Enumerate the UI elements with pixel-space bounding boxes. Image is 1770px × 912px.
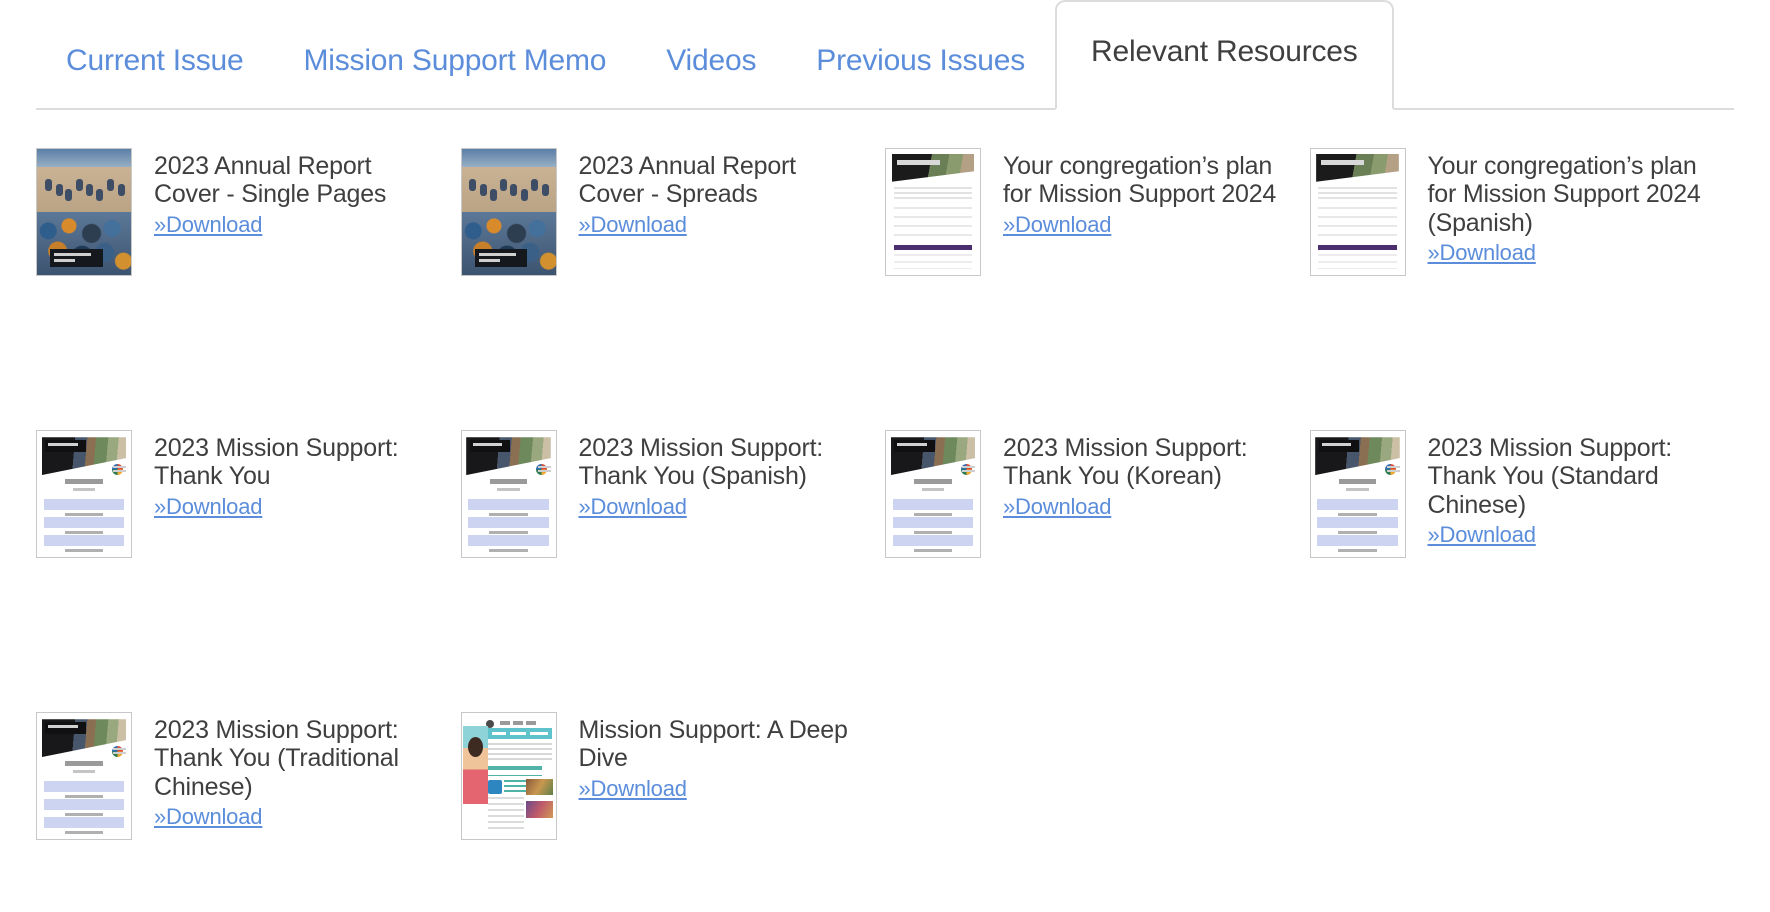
thank-you-letter-thumbnail — [36, 712, 132, 840]
tab-mission-support-memo[interactable]: Mission Support Memo — [273, 46, 636, 110]
resource-title: 2023 Mission Support: Thank You — [154, 434, 399, 491]
annual-report-cover-beach-thumbnail — [460, 148, 557, 276]
thank-you-letter-thumbnail — [1309, 430, 1406, 558]
mission-support-plan-form-thumbnail — [1309, 148, 1406, 276]
download-link[interactable]: »Download — [154, 803, 262, 832]
download-link[interactable]: »Download — [154, 211, 262, 240]
download-link[interactable]: »Download — [579, 775, 687, 804]
resource-title: 2023 Annual Report Cover - Single Pages — [154, 152, 387, 209]
thank-you-letter-thumbnail — [885, 430, 981, 558]
resource-thumbnail-link[interactable] — [885, 430, 981, 558]
resource-item: 2023 Annual Report Cover - Single Pages»… — [36, 148, 461, 430]
resource-item: 2023 Mission Support: Thank You »Download — [36, 430, 461, 712]
download-link[interactable]: »Download — [579, 211, 687, 240]
resource-thumbnail-link[interactable] — [36, 430, 132, 558]
resource-title: 2023 Mission Support: Thank You (Traditi… — [154, 716, 399, 801]
resource-item: 2023 Mission Support: Thank You (Standar… — [1309, 430, 1735, 712]
resource-meta: 2023 Annual Report Cover - Spreads »Downl… — [579, 148, 866, 239]
resource-thumbnail-link[interactable] — [460, 148, 557, 276]
resource-title: Your congregation’s plan for Mission Sup… — [1003, 152, 1277, 209]
tab-bar-divider — [36, 108, 1734, 110]
resource-meta: 2023 Mission Support: Thank You (Korean)… — [1003, 430, 1290, 521]
resource-thumbnail-link[interactable] — [36, 148, 132, 276]
resource-thumbnail-link[interactable] — [1309, 148, 1406, 276]
download-link[interactable]: »Download — [1003, 493, 1111, 522]
resource-thumbnail-link[interactable] — [885, 148, 981, 276]
resource-meta: Your congregation’s plan for Mission Sup… — [1428, 148, 1715, 267]
resource-meta: Mission Support: A Deep Dive »Download — [579, 712, 866, 803]
thank-you-letter-thumbnail — [36, 430, 132, 558]
resource-meta: 2023 Mission Support: Thank You (Spanish… — [579, 430, 866, 521]
download-link[interactable]: »Download — [1428, 239, 1536, 268]
resource-meta: Your congregation’s plan for Mission Sup… — [1003, 148, 1290, 239]
download-link[interactable]: »Download — [154, 493, 262, 522]
resource-meta: 2023 Annual Report Cover - Single Pages»… — [154, 148, 441, 239]
tab-current-issue[interactable]: Current Issue — [36, 46, 273, 110]
resource-thumbnail-link[interactable] — [1309, 430, 1406, 558]
resource-grid: 2023 Annual Report Cover - Single Pages»… — [0, 110, 1770, 912]
resource-meta: 2023 Mission Support: Thank You »Download — [154, 430, 441, 521]
annual-report-cover-beach-thumbnail — [36, 148, 132, 276]
resource-item: 2023 Mission Support: Thank You (Traditi… — [36, 712, 461, 912]
resource-title: Mission Support: A Deep Dive — [578, 716, 848, 773]
download-link[interactable]: »Download — [1003, 211, 1111, 240]
resource-thumbnail-link[interactable] — [460, 430, 557, 558]
resource-item: 2023 Mission Support: Thank You (Korean)… — [885, 430, 1310, 712]
tab-previous-issues[interactable]: Previous Issues — [786, 46, 1055, 110]
tab-bar: Current Issue Mission Support Memo Videos P… — [36, 0, 1734, 110]
deep-dive-newsletter-thumbnail — [460, 712, 557, 840]
tab-list: Current Issue Mission Support Memo Videos P… — [36, 0, 1394, 110]
download-link[interactable]: »Download — [579, 493, 687, 522]
resource-meta: 2023 Mission Support: Thank You (Standar… — [1428, 430, 1715, 549]
mission-support-plan-form-thumbnail — [885, 148, 981, 276]
tab-relevant-resources[interactable]: Relevant Resources — [1055, 0, 1394, 110]
resource-meta: 2023 Mission Support: Thank You (Traditi… — [154, 712, 441, 831]
resource-item: Mission Support: A Deep Dive »Download — [460, 712, 886, 912]
resource-title: 2023 Mission Support: Thank You (Spanish… — [578, 434, 824, 491]
resource-title: 2023 Mission Support: Thank You (Korean) — [1003, 434, 1248, 491]
tab-videos[interactable]: Videos — [636, 46, 786, 110]
resource-item: Your congregation’s plan for Mission Sup… — [885, 148, 1310, 430]
resource-item: Your congregation’s plan for Mission Sup… — [1309, 148, 1735, 430]
resource-title: Your congregation’s plan for Mission Sup… — [1427, 152, 1701, 237]
resource-thumbnail-link[interactable] — [36, 712, 132, 840]
resource-title: 2023 Annual Report Cover - Spreads — [578, 152, 797, 209]
resource-item: 2023 Mission Support: Thank You (Spanish… — [460, 430, 886, 712]
resource-thumbnail-link[interactable] — [460, 712, 557, 840]
resource-item: 2023 Annual Report Cover - Spreads »Downl… — [460, 148, 886, 430]
download-link[interactable]: »Download — [1428, 521, 1536, 550]
thank-you-letter-thumbnail — [460, 430, 557, 558]
resource-title: 2023 Mission Support: Thank You (Standar… — [1427, 434, 1673, 519]
